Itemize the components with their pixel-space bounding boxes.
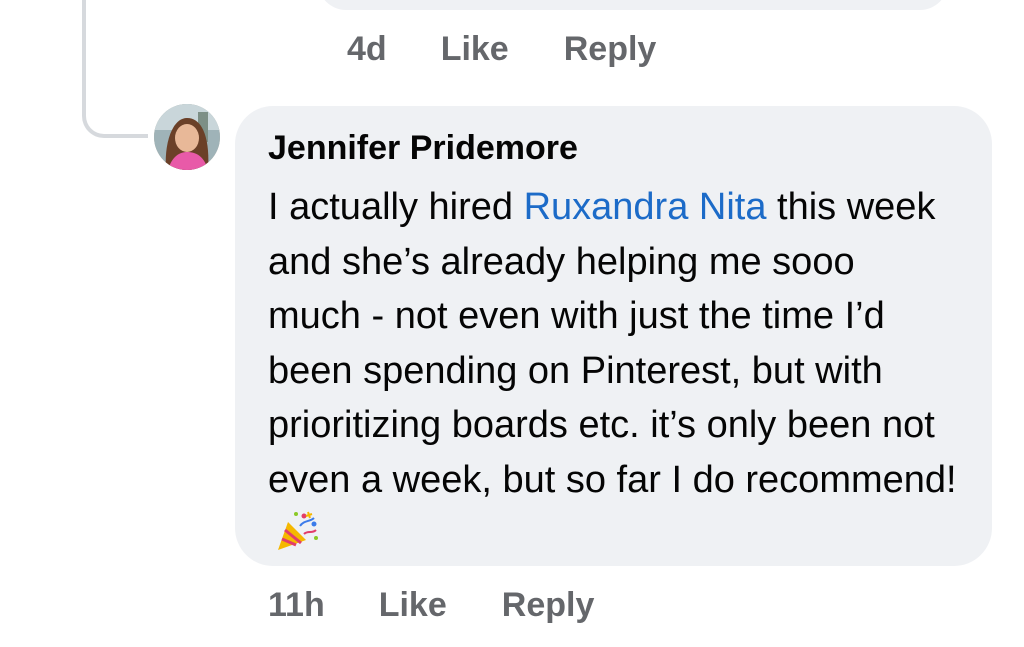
previous-comment-bubble: [318, 0, 948, 10]
comment-actions: 11h Like Reply: [268, 586, 594, 625]
previous-comment-like-button[interactable]: Like: [441, 30, 509, 69]
comment-author-name[interactable]: Jennifer Pridemore: [268, 128, 962, 168]
party-popper-icon: [274, 508, 320, 570]
comment-text-part: this week and she’s already helping me s…: [268, 186, 957, 501]
comment-text-part: I actually hired: [268, 186, 524, 228]
previous-comment-actions: 4d Like Reply: [347, 30, 656, 69]
avatar[interactable]: [154, 104, 220, 170]
thread-connector-line: [82, 0, 148, 138]
previous-comment-timestamp[interactable]: 4d: [347, 30, 387, 69]
mention-link[interactable]: Ruxandra Nita: [524, 186, 767, 228]
comment-text: I actually hired Ruxandra Nita this week…: [268, 180, 958, 570]
like-button[interactable]: Like: [379, 586, 447, 625]
comment-timestamp[interactable]: 11h: [268, 586, 325, 625]
avatar-image: [154, 104, 220, 170]
comment-bubble: Jennifer Pridemore I actually hired Ruxa…: [235, 106, 992, 566]
reply-button[interactable]: Reply: [502, 586, 595, 625]
previous-comment-reply-button[interactable]: Reply: [564, 30, 657, 69]
